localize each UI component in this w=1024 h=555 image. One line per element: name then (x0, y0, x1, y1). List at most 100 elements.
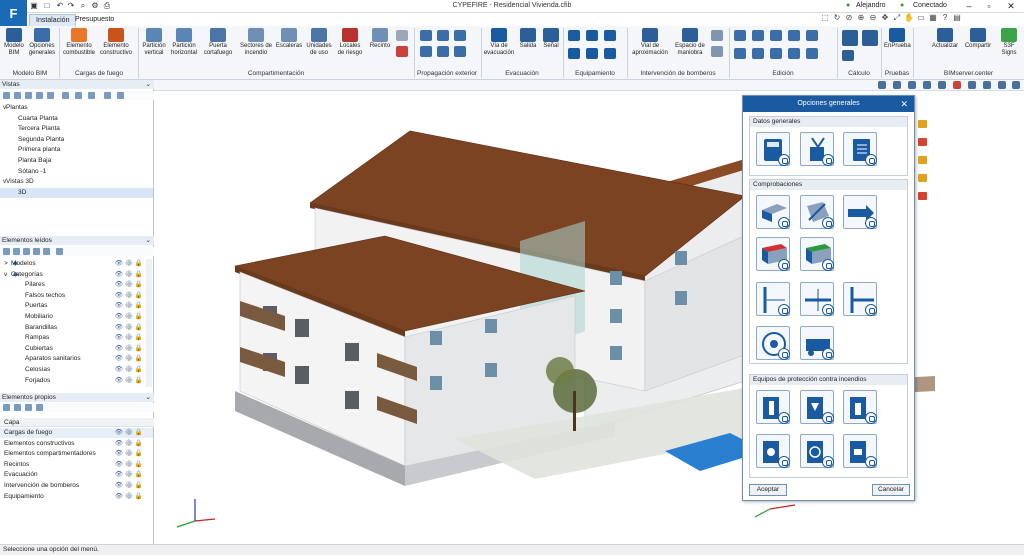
equipment-sprinkler-button[interactable] (800, 390, 834, 424)
row-icons[interactable]: 👁 ⚙ 🔒 (115, 439, 143, 449)
delete-icon[interactable] (788, 48, 800, 59)
delete-room-icon[interactable] (396, 46, 408, 57)
elemento-combustible-button[interactable]: Elemento combustible (62, 28, 96, 57)
window-icon[interactable]: ▭ (916, 13, 926, 23)
corner-distance-icon[interactable] (437, 30, 449, 41)
import-view-icon[interactable] (104, 92, 111, 99)
folder-icon[interactable] (918, 156, 927, 164)
facade-distance-icon[interactable] (420, 30, 432, 41)
alarm-icon[interactable] (604, 48, 616, 59)
row-icons[interactable]: 👁 ⚙ 🔒 (115, 333, 143, 343)
access-icon[interactable] (711, 30, 723, 41)
strip-icon[interactable] (420, 46, 432, 57)
particion-vertical-button[interactable]: Partición vertical (140, 28, 168, 57)
espacio-maniobra-button[interactable]: Espacio de maniobra (672, 28, 708, 57)
equipment-hydrant-button[interactable] (843, 390, 877, 424)
row-icons[interactable]: 👁 ⚙ 🔒 (115, 270, 143, 280)
locales-riesgo-button[interactable]: Locales de riesgo (336, 28, 364, 57)
chevron-down-icon[interactable]: ⌄ (146, 80, 151, 89)
3d-view-icon[interactable] (88, 92, 95, 99)
layer-copy-icon[interactable] (25, 404, 32, 411)
stop-icon[interactable]: ⊘ (844, 13, 854, 23)
sectores-incendio-button[interactable]: Sectores de incendio (238, 28, 274, 57)
check-vertical-distance-button[interactable] (756, 282, 790, 316)
s3f-signs-button[interactable]: S3F Signs (997, 28, 1021, 57)
elemento-constructivo-button[interactable]: Elemento constructivo (98, 28, 134, 57)
refresh-icon[interactable]: ↻ (832, 13, 842, 23)
tab-presupuesto[interactable]: Presupuesto (69, 14, 120, 26)
check-icon[interactable] (862, 30, 878, 46)
stretch-icon[interactable] (752, 48, 764, 59)
roof-distance-icon[interactable] (454, 30, 466, 41)
tools-settings-button[interactable] (800, 132, 834, 166)
layer-edit-icon[interactable] (14, 404, 21, 411)
tree-item[interactable]: Mobiliario (25, 312, 53, 322)
extinguisher-icon[interactable] (568, 48, 580, 59)
tree-item[interactable]: Barandillas (25, 323, 57, 333)
tree-item[interactable]: Forjados (25, 376, 50, 386)
tree-item[interactable]: Modelos (11, 259, 36, 269)
close-button[interactable]: ✕ (1000, 0, 1022, 13)
row-icons[interactable]: 👁 ⚙ 🔒 (115, 323, 143, 333)
eye-icon[interactable] (923, 81, 931, 89)
section-icon[interactable] (938, 81, 946, 89)
sprinkler-icon[interactable] (568, 30, 580, 41)
layer-row[interactable]: Elementos constructivos (4, 439, 74, 449)
add-view-icon[interactable] (3, 92, 10, 99)
accept-button[interactable]: Aceptar (749, 484, 787, 496)
equipment-lighting-button[interactable] (843, 434, 877, 468)
leidos-header[interactable]: Elementos leídos ⌄ (0, 236, 154, 245)
check-maneuver-button[interactable] (756, 326, 790, 360)
report-icon[interactable] (918, 120, 927, 128)
tree-item[interactable]: Sótano -1 (18, 167, 46, 177)
row-icons[interactable]: 👁 ⚙ 🔒 (115, 280, 143, 290)
mirror-icon[interactable] (806, 30, 818, 41)
row-icons[interactable]: 👁 ⚙ 🔒 (115, 354, 143, 364)
shade-icon[interactable] (998, 81, 1006, 89)
propios-header[interactable]: Elementos propios ⌄ (0, 393, 154, 402)
check-sector-green-button[interactable] (800, 237, 834, 271)
camera-view-icon[interactable] (75, 92, 82, 99)
help-icon[interactable]: ? (940, 13, 950, 23)
recinto-button[interactable]: Recinto (367, 28, 393, 50)
move-icon[interactable] (734, 30, 746, 41)
tree-item[interactable]: Celosías (25, 365, 50, 375)
connection-status[interactable]: Conectado (913, 2, 947, 9)
render-icon[interactable] (968, 81, 976, 89)
tree-item[interactable]: Falsos techos (25, 291, 65, 301)
check-horizontal-distance-button[interactable] (800, 282, 834, 316)
collapse-icon[interactable] (13, 248, 20, 255)
chevron-down-icon[interactable]: ⌄ (146, 393, 151, 402)
enprueba-button[interactable]: EnPrueba (884, 28, 911, 50)
unidades-uso-button[interactable]: Unidades de uso (304, 28, 334, 57)
check-sector-red-button[interactable] (756, 237, 790, 271)
via-evacuacion-button[interactable]: Vía de evacuación (483, 28, 515, 57)
copy-view-icon[interactable] (25, 92, 32, 99)
row-icons[interactable]: 👁 ⚙ 🔒 (115, 460, 143, 470)
zoom-in-icon[interactable]: ⊕ (856, 13, 866, 23)
salida-button[interactable]: Salida (517, 28, 539, 50)
row-icons[interactable]: 👁 ⚙ 🔒 (115, 481, 143, 491)
tree-item[interactable]: Primera planta (18, 145, 60, 155)
row-icons[interactable]: 👁 ⚙ 🔒 (115, 259, 143, 269)
edit-room-icon[interactable] (396, 30, 408, 41)
export-view-icon[interactable] (117, 92, 124, 99)
minimize-button[interactable]: – (958, 0, 980, 13)
calculator-settings-button[interactable] (756, 132, 790, 166)
light-icon[interactable] (1012, 81, 1020, 89)
edit-view-icon[interactable] (14, 92, 21, 99)
camera-icon[interactable]: ⬚ (820, 13, 830, 23)
check-evacuation-button[interactable] (843, 195, 877, 229)
layer-add-icon[interactable] (3, 404, 10, 411)
rotate-icon[interactable] (770, 30, 782, 41)
expand-icon[interactable]: v (4, 270, 7, 280)
tree-item[interactable]: Rampas (25, 333, 49, 343)
cypefire-logo[interactable]: F (0, 0, 27, 27)
strip-horizontal-icon[interactable] (454, 46, 466, 57)
tree-item[interactable]: 3D (18, 188, 26, 198)
align-icon[interactable] (734, 48, 746, 59)
row-icons[interactable]: 👁 ⚙ 🔒 (115, 312, 143, 322)
tree-item[interactable]: Segunda Planta (18, 135, 64, 145)
maximize-button[interactable]: ▫ (978, 0, 1000, 13)
modelo-bim-button[interactable]: Modelo BIM (3, 28, 25, 57)
